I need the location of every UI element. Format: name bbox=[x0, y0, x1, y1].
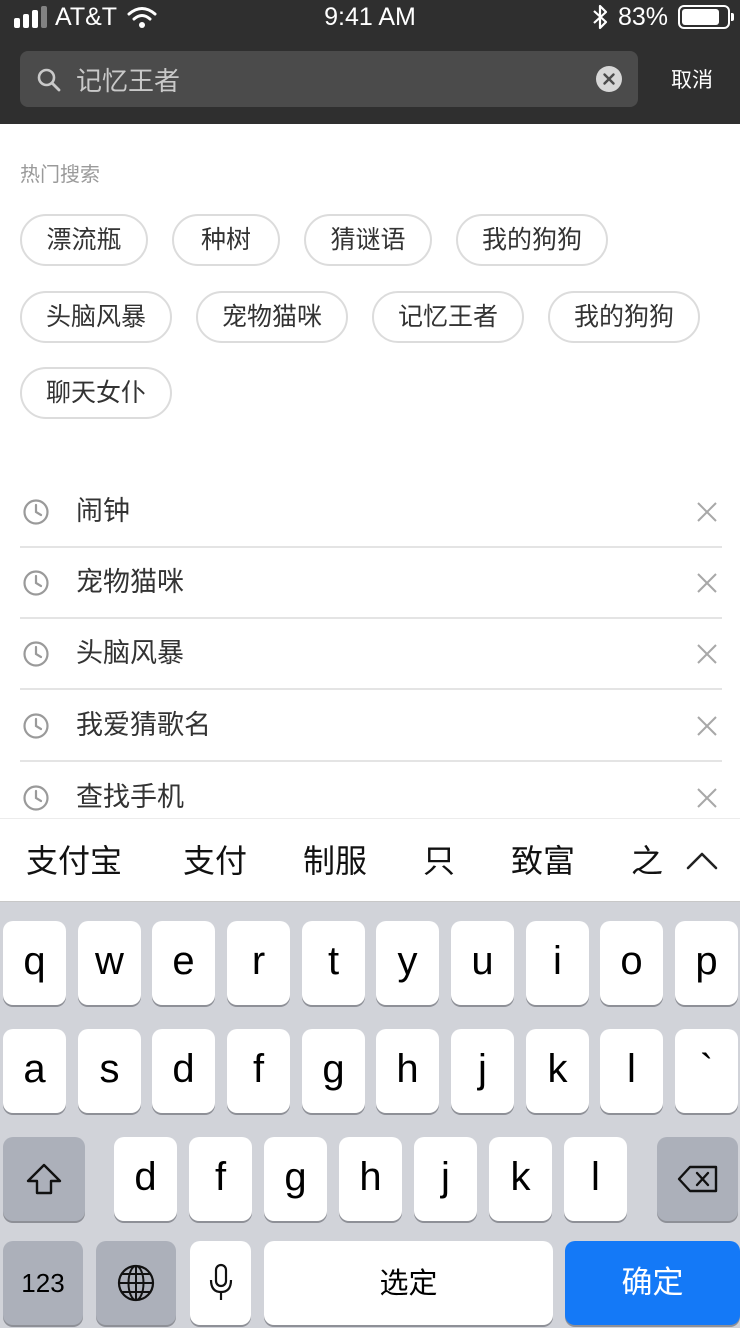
candidate-word[interactable]: 之 bbox=[631, 841, 663, 881]
status-right: 83% bbox=[592, 2, 734, 32]
key[interactable]: g bbox=[302, 1029, 365, 1113]
search-input[interactable] bbox=[76, 59, 576, 99]
key[interactable]: k bbox=[489, 1137, 552, 1221]
numbers-key[interactable]: 123 bbox=[3, 1241, 83, 1325]
search-box bbox=[20, 51, 638, 107]
history-item[interactable]: 宠物猫咪 bbox=[20, 547, 722, 619]
history-item[interactable]: 闹钟 bbox=[20, 476, 722, 548]
clear-search-button[interactable] bbox=[596, 66, 622, 92]
history-item-label: 闹钟 bbox=[76, 496, 130, 527]
clock-icon bbox=[23, 499, 49, 525]
key[interactable]: w bbox=[78, 921, 141, 1005]
history-item-label: 查找手机 bbox=[76, 782, 184, 813]
candidate-word[interactable]: 致富 bbox=[511, 841, 575, 881]
microphone-icon bbox=[209, 1263, 232, 1300]
microphone-key[interactable] bbox=[190, 1241, 251, 1325]
keyboard: q w e r t y u i o p a s d f g h j k l ` … bbox=[0, 902, 740, 1328]
globe-key[interactable] bbox=[96, 1241, 176, 1325]
delete-icon[interactable] bbox=[696, 715, 718, 737]
shift-icon bbox=[26, 1163, 62, 1195]
clock-icon bbox=[23, 713, 49, 739]
key[interactable]: o bbox=[600, 921, 663, 1005]
key[interactable]: r bbox=[227, 921, 290, 1005]
battery-icon bbox=[678, 5, 734, 29]
search-icon bbox=[37, 68, 61, 92]
delete-icon[interactable] bbox=[696, 643, 718, 665]
key[interactable]: g bbox=[264, 1137, 327, 1221]
cancel-button[interactable]: 取消 bbox=[654, 62, 730, 98]
key[interactable]: l bbox=[600, 1029, 663, 1113]
hot-tag[interactable]: 宠物猫咪 bbox=[196, 291, 348, 343]
delete-icon[interactable] bbox=[696, 572, 718, 594]
key[interactable]: u bbox=[451, 921, 514, 1005]
hot-search-title: 热门搜索 bbox=[20, 162, 100, 186]
key[interactable]: k bbox=[526, 1029, 589, 1113]
clock-icon bbox=[23, 570, 49, 596]
space-key[interactable]: 选定 bbox=[264, 1241, 553, 1325]
history-item[interactable]: 头脑风暴 bbox=[20, 618, 722, 690]
history-item-label: 宠物猫咪 bbox=[76, 567, 184, 598]
battery-percent: 83% bbox=[617, 2, 668, 31]
key[interactable]: l bbox=[564, 1137, 627, 1221]
shift-key[interactable] bbox=[3, 1137, 85, 1221]
backspace-icon bbox=[677, 1165, 717, 1193]
hot-tag[interactable]: 我的狗狗 bbox=[456, 214, 608, 266]
key[interactable]: h bbox=[339, 1137, 402, 1221]
key[interactable]: p bbox=[675, 921, 738, 1005]
key[interactable]: q bbox=[3, 921, 66, 1005]
history-item[interactable]: 我爱猜歌名 bbox=[20, 690, 722, 762]
confirm-key[interactable]: 确定 bbox=[565, 1241, 740, 1325]
hot-tag[interactable]: 聊天女仆 bbox=[20, 367, 172, 419]
ime-candidate-bar: 支付宝 支付 制服 只 致富 之 bbox=[0, 818, 740, 902]
status-bar: AT&T 9:41 AM 83% bbox=[0, 0, 740, 34]
key[interactable]: y bbox=[376, 921, 439, 1005]
header: AT&T 9:41 AM 83% 记忆王者 取消 bbox=[0, 0, 740, 124]
candidate-word[interactable]: 只 bbox=[423, 841, 455, 881]
backspace-key[interactable] bbox=[657, 1137, 738, 1221]
key[interactable]: j bbox=[414, 1137, 477, 1221]
key[interactable]: s bbox=[78, 1029, 141, 1113]
key[interactable]: ` bbox=[675, 1029, 738, 1113]
clock-icon bbox=[23, 785, 49, 811]
key[interactable]: f bbox=[227, 1029, 290, 1113]
hot-tag[interactable]: 漂流瓶 bbox=[20, 214, 148, 266]
close-icon bbox=[603, 73, 615, 85]
history-item-label: 头脑风暴 bbox=[76, 638, 184, 669]
key[interactable]: d bbox=[114, 1137, 177, 1221]
bluetooth-icon bbox=[593, 4, 608, 30]
hot-tag[interactable]: 我的狗狗 bbox=[548, 291, 700, 343]
hot-tag[interactable]: 记忆王者 bbox=[372, 291, 524, 343]
key[interactable]: a bbox=[3, 1029, 66, 1113]
key[interactable]: f bbox=[189, 1137, 252, 1221]
key[interactable]: j bbox=[451, 1029, 514, 1113]
key[interactable]: t bbox=[302, 921, 365, 1005]
key[interactable]: d bbox=[152, 1029, 215, 1113]
globe-icon bbox=[117, 1264, 155, 1302]
hot-tag[interactable]: 猜谜语 bbox=[304, 214, 432, 266]
candidate-word[interactable]: 支付 bbox=[183, 841, 247, 881]
hot-tag[interactable]: 头脑风暴 bbox=[20, 291, 172, 343]
candidate-word[interactable]: 支付宝 bbox=[26, 841, 122, 881]
candidate-word[interactable]: 制服 bbox=[303, 841, 367, 881]
chevron-up-icon[interactable] bbox=[686, 845, 718, 877]
delete-icon[interactable] bbox=[696, 501, 718, 523]
delete-icon[interactable] bbox=[696, 787, 718, 809]
clock-icon bbox=[23, 641, 49, 667]
key[interactable]: h bbox=[376, 1029, 439, 1113]
key[interactable]: e bbox=[152, 921, 215, 1005]
key[interactable]: i bbox=[526, 921, 589, 1005]
hot-tag[interactable]: 种树 bbox=[172, 214, 280, 266]
history-item-label: 我爱猜歌名 bbox=[76, 710, 211, 741]
